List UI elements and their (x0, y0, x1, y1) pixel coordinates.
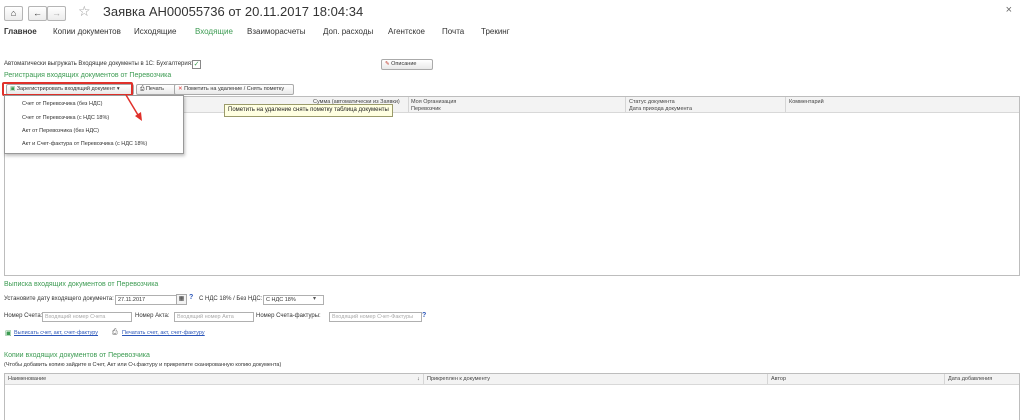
tab-mail[interactable]: Почта (442, 27, 464, 36)
col-carrier[interactable]: Перевозчик (411, 106, 441, 112)
tab-incoming[interactable]: Входящие (195, 27, 233, 36)
sf-number-input[interactable]: Входящий номер Счет-Фактуры (329, 312, 422, 322)
tab-main[interactable]: Главное (4, 27, 37, 36)
printer-icon: ⎙ (112, 329, 118, 336)
print-documents-link[interactable]: Печатать счет, акт, счет-фактуру (122, 330, 205, 336)
menu-item-act-invoice-vat[interactable]: Акт и Счет-фактура от Перевозчика (с НДС… (22, 141, 147, 147)
col-author[interactable]: Автор (771, 376, 786, 382)
issue-documents-link[interactable]: Выписать счет, акт, счет-фактуру (14, 330, 98, 336)
tab-tracking[interactable]: Трекинг (481, 27, 510, 36)
col-comment[interactable]: Комментарий (789, 99, 824, 105)
forward-button[interactable]: → (47, 6, 66, 21)
col-separator (423, 374, 424, 384)
col-separator (944, 374, 945, 384)
col-date-added[interactable]: Дата добавления (948, 376, 992, 382)
menu-item-invoice-vat[interactable]: Счет от Перевозчика (с НДС 18%) (22, 115, 109, 121)
help-icon[interactable]: ? (422, 312, 426, 319)
copies-hint: (Чтобы добавить копию зайдите в Счет, Ак… (4, 362, 282, 368)
act-number-input[interactable]: Входящий номер Акта (174, 312, 254, 322)
copies-table[interactable]: Наименование ↓ Прикреплен к документу Ав… (4, 373, 1020, 420)
copies-section-title: Копии входящих документов от Перевозчика (4, 352, 150, 359)
mark-delete-button[interactable]: ✕ Пометить на удаление / Снять пометку (174, 84, 294, 95)
date-input[interactable]: 27.11.2017 (115, 295, 177, 305)
col-name[interactable]: Наименование (8, 376, 46, 382)
auto-upload-label: Автоматически выгружать Входящие докумен… (4, 61, 193, 67)
star-icon[interactable]: ☆ (78, 3, 91, 20)
col-separator (785, 97, 786, 112)
col-separator (408, 97, 409, 112)
menu-item-act-no-vat[interactable]: Акт от Перевозчика (без НДС) (22, 128, 99, 134)
auto-upload-checkbox[interactable]: ✓ (192, 60, 201, 69)
chevron-down-icon[interactable]: ▾ (313, 295, 316, 302)
sf-number-label: Номер Счета-фактуры: (256, 313, 321, 319)
issue-document-icon: ▣ (5, 330, 12, 337)
register-dropdown-menu: Счет от Перевозчика (без НДС) Счет от Пе… (4, 95, 184, 154)
calendar-icon[interactable]: ▦ (176, 294, 187, 305)
invoice-number-input[interactable]: Входящий номер Счета (42, 312, 132, 322)
date-label: Установите дату входящего документа: (4, 296, 114, 302)
close-icon[interactable]: × (1006, 4, 1012, 16)
tab-agency[interactable]: Агентское (388, 27, 425, 36)
menu-item-invoice-no-vat[interactable]: Счет от Перевозчика (без НДС) (22, 101, 102, 107)
description-button[interactable]: ✎ Описание (381, 59, 433, 70)
page-title: Заявка АН00055736 от 20.11.2017 18:04:34 (103, 4, 364, 19)
col-my-org[interactable]: Моя Организация (411, 99, 456, 105)
description-icon: ✎ (385, 61, 390, 67)
col-separator (767, 374, 768, 384)
col-arrival-date[interactable]: Дата прихода документа (629, 106, 692, 112)
tab-copies[interactable]: Копии документов (53, 27, 121, 36)
tooltip: Пометить на удаление снять пометку табли… (224, 104, 393, 117)
vat-label: С НДС 18% / Без НДС: (199, 296, 263, 302)
invoice-number-label: Номер Счета: (4, 313, 43, 319)
help-icon[interactable]: ? (189, 294, 193, 301)
home-button[interactable]: ⌂ (4, 6, 23, 21)
act-number-label: Номер Акта: (135, 313, 170, 319)
back-button[interactable]: ← (28, 6, 47, 21)
col-attached-to[interactable]: Прикреплен к документу (427, 376, 490, 382)
annotation-arrow (125, 94, 142, 121)
col-separator (625, 97, 626, 112)
sort-down-icon[interactable]: ↓ (417, 376, 420, 382)
tab-extra-costs[interactable]: Доп. расходы (323, 27, 373, 36)
copies-table-header: Наименование ↓ Прикреплен к документу Ав… (5, 374, 1019, 385)
arrow-left-icon: ← (33, 8, 42, 18)
tab-settlements[interactable]: Взаиморасчеты (247, 27, 305, 36)
delete-mark-icon: ✕ (178, 86, 183, 92)
tab-outgoing[interactable]: Исходящие (134, 27, 176, 36)
statement-section-title: Выписка входящих документов от Перевозчи… (4, 281, 159, 288)
col-status[interactable]: Статус документа (629, 99, 675, 105)
registration-section-title: Регистрация входящих документов от Перев… (4, 72, 172, 79)
arrow-right-icon: → (52, 8, 61, 18)
home-icon: ⌂ (10, 8, 17, 18)
